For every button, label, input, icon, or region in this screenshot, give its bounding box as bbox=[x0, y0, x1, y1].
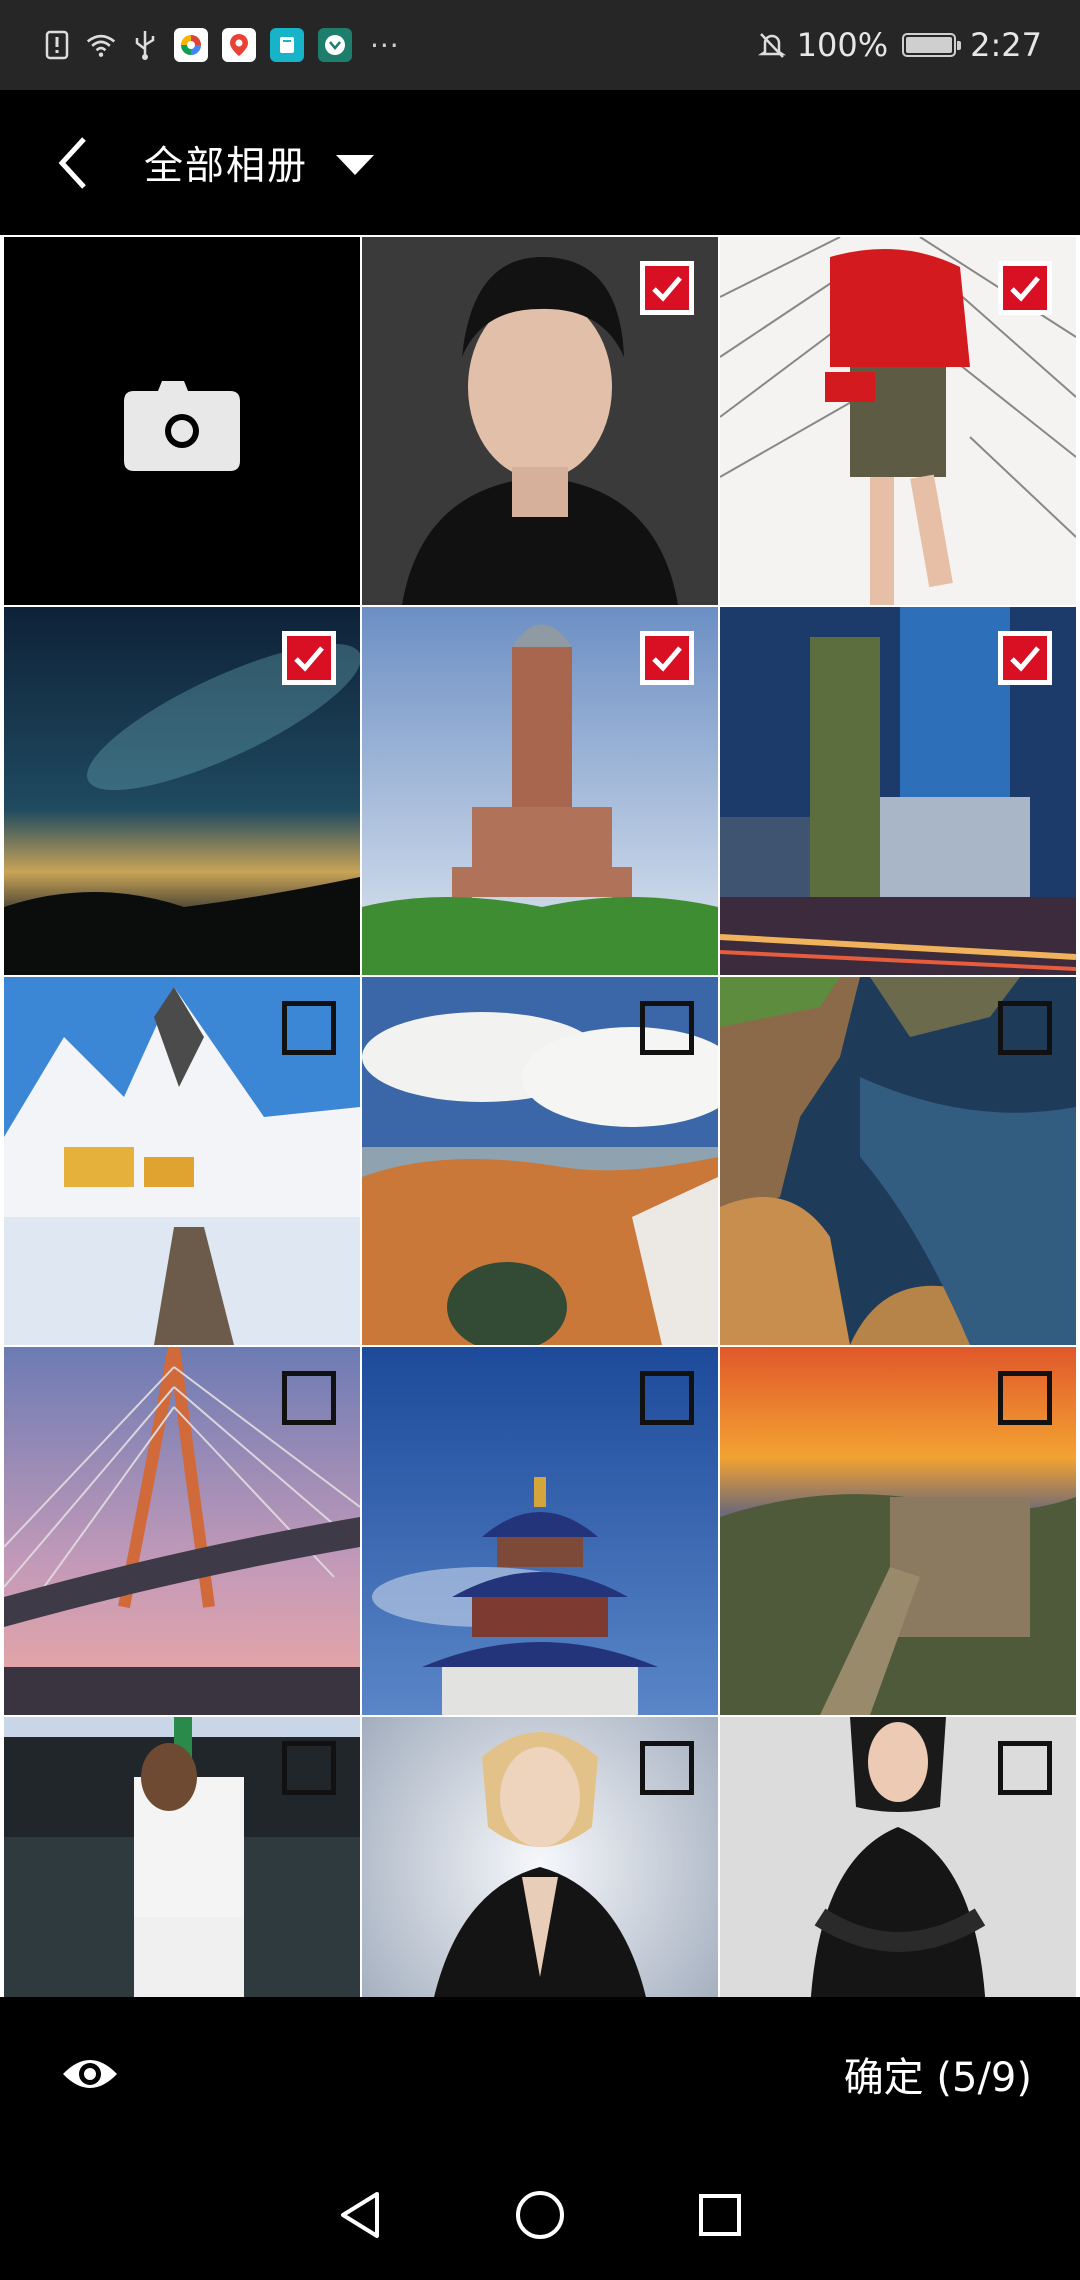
photo-tile-fashion-red-jacket[interactable] bbox=[720, 237, 1076, 605]
battery-percentage: 100% bbox=[796, 26, 889, 64]
photo-tile-woman-black-blazer[interactable] bbox=[362, 1717, 718, 1997]
recents-square-icon bbox=[699, 2194, 741, 2236]
unselected-checkbox[interactable] bbox=[640, 1001, 694, 1055]
selected-checkbox[interactable] bbox=[640, 631, 694, 685]
checkmark-icon bbox=[652, 646, 682, 672]
battery-icon bbox=[902, 33, 962, 57]
photo-tile-milky-way-night[interactable] bbox=[4, 607, 360, 975]
checkmark-icon bbox=[652, 276, 682, 302]
camera-tile[interactable] bbox=[4, 237, 360, 605]
app-books-icon bbox=[270, 28, 304, 62]
home-circle-icon bbox=[516, 2191, 564, 2239]
dropdown-caret-icon[interactable] bbox=[336, 154, 375, 175]
more-notifications-icon: ··· bbox=[370, 28, 400, 62]
photo-tile-sea-cliffs[interactable] bbox=[720, 977, 1076, 1345]
back-button[interactable] bbox=[42, 133, 102, 193]
photo-tile-basketball-player[interactable] bbox=[4, 1717, 360, 1997]
unselected-checkbox[interactable] bbox=[282, 1001, 336, 1055]
photo-tile-city-skyscrapers[interactable] bbox=[720, 607, 1076, 975]
unselected-checkbox[interactable] bbox=[998, 1741, 1052, 1795]
alert-icon bbox=[42, 30, 72, 60]
photo-tile-portrait-young-man[interactable] bbox=[362, 237, 718, 605]
clock: 2:27 bbox=[970, 26, 1042, 64]
selected-checkbox[interactable] bbox=[998, 631, 1052, 685]
unselected-checkbox[interactable] bbox=[998, 1001, 1052, 1055]
photo-tile-snowy-mountain-village[interactable] bbox=[4, 977, 360, 1345]
checkmark-icon bbox=[294, 646, 324, 672]
selected-checkbox[interactable] bbox=[998, 261, 1052, 315]
album-selector-title[interactable]: 全部相册 bbox=[144, 135, 308, 191]
photo-grid bbox=[0, 235, 1080, 1997]
unselected-checkbox[interactable] bbox=[640, 1741, 694, 1795]
photo-tile-bell-tower-spain[interactable] bbox=[362, 607, 718, 975]
photo-tile-woman-black-dress[interactable] bbox=[720, 1717, 1076, 1997]
wifi-icon bbox=[86, 30, 116, 60]
app-photos-icon bbox=[174, 28, 208, 62]
eye-icon[interactable] bbox=[60, 2054, 120, 2094]
camera-icon bbox=[124, 381, 240, 471]
nav-home-button[interactable] bbox=[510, 2185, 570, 2245]
bottom-action-bar: 确定 (5/9) bbox=[0, 1997, 1080, 2150]
nav-back-button[interactable] bbox=[330, 2185, 390, 2245]
confirm-button[interactable]: 确定 (5/9) bbox=[844, 2045, 1032, 2103]
nav-recents-button[interactable] bbox=[690, 2185, 750, 2245]
mute-icon bbox=[757, 30, 787, 60]
photo-tile-temple-of-heaven[interactable] bbox=[362, 1347, 718, 1715]
usb-icon bbox=[130, 30, 160, 60]
system-nav-bar bbox=[0, 2150, 1080, 2280]
top-toolbar: 全部相册 bbox=[0, 90, 1080, 235]
app-wallet-icon bbox=[318, 28, 352, 62]
selected-checkbox[interactable] bbox=[282, 631, 336, 685]
selected-checkbox[interactable] bbox=[640, 261, 694, 315]
unselected-checkbox[interactable] bbox=[998, 1371, 1052, 1425]
back-triangle-icon bbox=[341, 2192, 379, 2238]
unselected-checkbox[interactable] bbox=[282, 1371, 336, 1425]
unselected-checkbox[interactable] bbox=[640, 1371, 694, 1425]
checkmark-icon bbox=[1010, 646, 1040, 672]
photo-tile-great-wall-sunset[interactable] bbox=[720, 1347, 1076, 1715]
photo-tile-canyon-arch-clouds[interactable] bbox=[362, 977, 718, 1345]
photo-tile-cable-stayed-bridge[interactable] bbox=[4, 1347, 360, 1715]
unselected-checkbox[interactable] bbox=[282, 1741, 336, 1795]
checkmark-icon bbox=[1010, 276, 1040, 302]
status-bar: ··· 100% 2:27 bbox=[0, 0, 1080, 90]
chevron-left-icon bbox=[58, 136, 86, 189]
app-maps-icon bbox=[222, 28, 256, 62]
